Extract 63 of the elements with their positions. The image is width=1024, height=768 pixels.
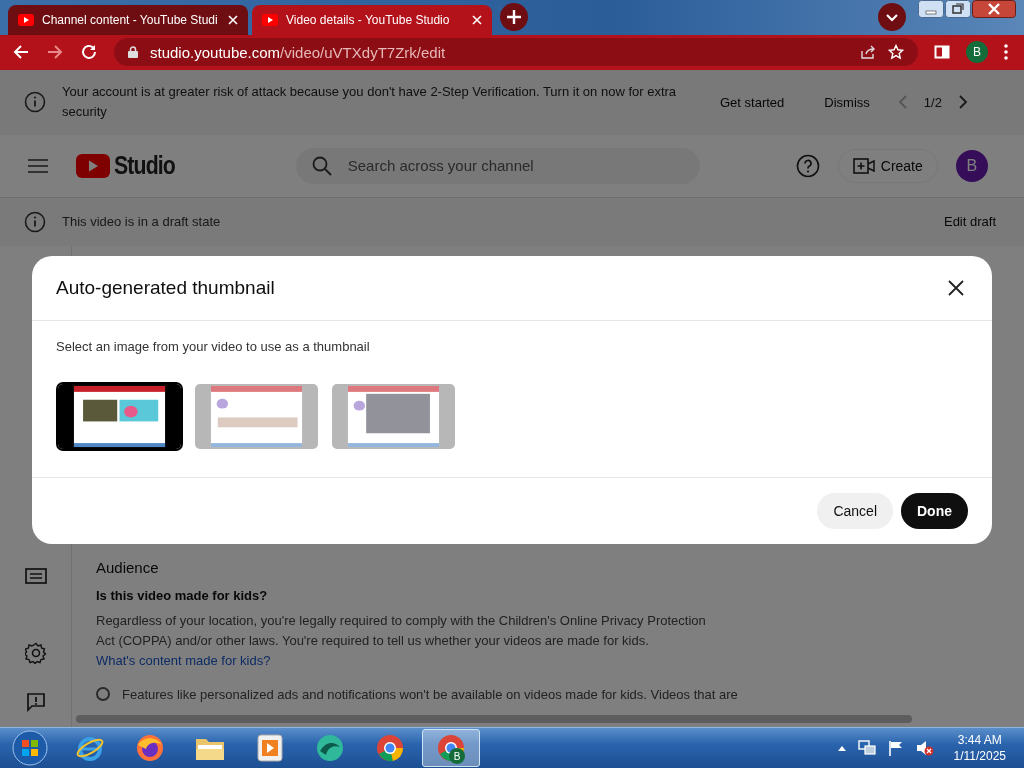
play-icon [262,13,278,26]
media-player-icon [257,734,283,762]
search-icon [311,155,332,176]
dialog-subtitle: Select an image from your video to use as a thumbnail [56,338,371,354]
chevron-down-icon[interactable] [878,3,906,32]
help-link[interactable]: What's content made for kids? [96,652,271,668]
help-icon[interactable] [795,153,820,178]
create-button[interactable]: Create [837,148,938,183]
search-field[interactable]: Search across your channel [295,147,700,184]
banner-button[interactable]: Get started [708,86,797,118]
star-icon[interactable] [888,44,904,61]
banner-button[interactable]: Dismiss [812,86,882,118]
caret-up-icon[interactable] [837,745,846,751]
new-tab-icon[interactable] [500,3,528,32]
profile-avatar[interactable]: B [966,41,988,64]
start-orb-icon [12,730,48,766]
dialog-button[interactable]: Cancel [817,492,893,529]
reload-icon[interactable] [80,43,98,62]
gear-icon[interactable] [24,641,47,664]
video-plus-icon [852,157,875,174]
flag-icon[interactable] [887,740,904,756]
lock-icon [128,46,138,59]
network-icon[interactable] [857,740,876,756]
browser-tab[interactable]: Channel content - YouTube Studi [8,4,248,35]
profile-badge: B [449,748,465,764]
taskbar-app[interactable]: B [422,729,480,767]
minimize-icon[interactable] [918,0,944,18]
radio-button[interactable] [96,687,110,702]
section-heading: Audience [96,558,160,576]
subtitles-icon[interactable] [24,567,47,584]
play-icon [18,13,34,26]
channel-avatar[interactable]: B [955,149,988,182]
play-icon [76,153,110,178]
more-icon[interactable] [1004,44,1008,61]
draft-message: This video is in a draft state [62,214,221,230]
speaker-muted-icon[interactable] [915,740,934,756]
feedback-icon[interactable] [25,691,46,712]
coppa-paragraph: Regardless of your location, you're legally required to comply with the Children's Online Privacy Protection Act (COPPA) and/or other laws. You're required to tell us whether your videos are made for kids. What's content made for kids? [96,611,707,670]
close-icon[interactable] [972,0,1016,18]
scrollbar[interactable] [76,715,912,723]
swirl-app-icon [315,733,345,763]
chrome-icon [375,733,405,763]
menu-icon[interactable] [28,158,48,173]
close-icon[interactable] [948,279,964,296]
studio-logo[interactable]: Studio [114,151,175,181]
info-icon [24,210,46,233]
address-bar[interactable]: studio.youtube.com/video/uVTXdyT7Zrk/edit [114,38,918,67]
restore-icon[interactable] [945,0,971,18]
browser-tab[interactable]: Video details - YouTube Studio [252,4,492,35]
question-text: Is this video made for kids? [96,587,269,603]
page-counter: 1/2 [923,94,942,110]
chevron-right-icon[interactable] [957,95,968,110]
dialog-button[interactable]: Done [901,492,968,529]
edit-draft-button[interactable]: Edit draft [931,206,1008,238]
note-text: Features like personalized ads and notifications won't be available on videos made for kids. Videos that are [122,686,738,702]
clock-date[interactable]: 1/11/2025 [953,748,1006,764]
security-message: Your account is at greater risk of attack because you don't have 2-Step Verification. Turn it on now for extra security [62,83,678,122]
info-icon [24,91,46,114]
clock-time[interactable]: 3:44 AM [957,732,1002,748]
fox-globe-icon [135,733,165,763]
dialog-title: Auto-generated thumbnail [56,276,275,299]
side-panel-icon[interactable] [934,44,950,61]
share-icon[interactable] [860,44,876,61]
